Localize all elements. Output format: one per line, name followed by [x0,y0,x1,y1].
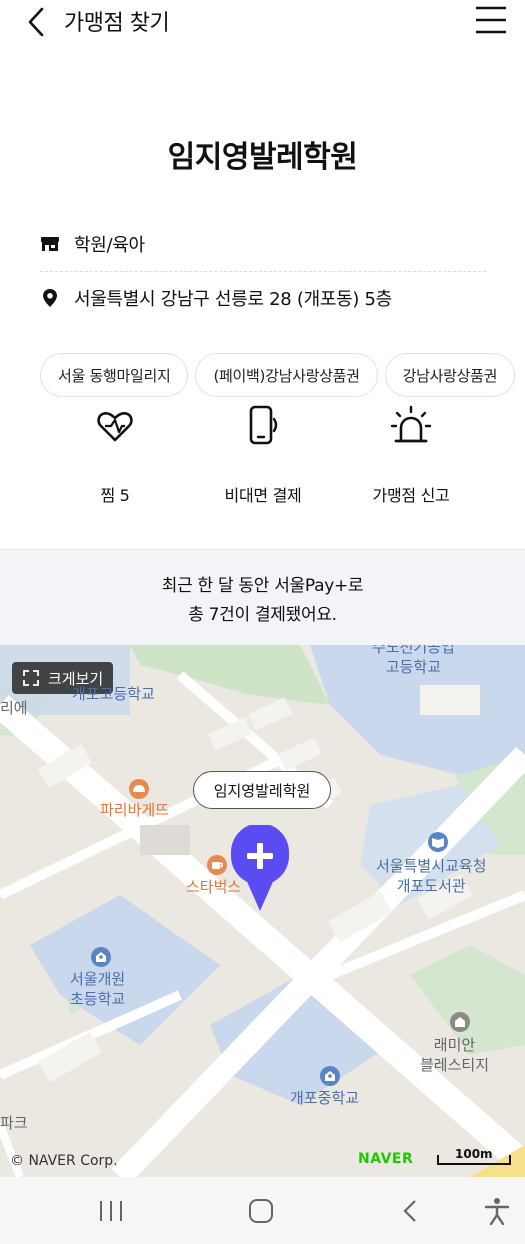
map-label-raemian: 래미안 블레스티지 [420,1036,490,1074]
library-poi-icon [428,832,448,852]
category-text: 학원/육아 [74,235,145,256]
chevron-left-icon [28,7,44,37]
recent-apps-icon[interactable] [98,1199,124,1223]
map-label-gaepo-high: 개포고등학교 [72,685,155,703]
report-store-button[interactable]: 가맹점 신고 [346,402,476,508]
siren-icon [390,405,432,443]
map-label-paris-baguette: 파리바게뜨 [100,801,170,819]
address-text: 서울특별시 강남구 선릉로 28 (개포동) 5층 [74,289,392,310]
expand-icon [23,670,39,686]
divider [40,271,486,272]
like-button[interactable]: 찜 5 [50,402,180,508]
noncontact-payment-label: 비대면 결제 [224,486,302,505]
accessibility-icon[interactable] [484,1197,510,1225]
store-name: 임지영발레학원 [167,140,358,175]
report-store-label: 가맹점 신고 [372,486,450,505]
payment-stats-banner: 최근 한 달 동안 서울Pay+로 총 7건이 결제됐어요. [0,549,525,645]
banner-line-2: 총 7건이 결제됐어요. [188,605,337,625]
naver-logo: NAVER [358,1151,414,1167]
system-back-icon[interactable] [400,1199,422,1223]
store-location-pin-icon[interactable] [229,825,291,913]
map-label-gaepo-library: 서울특별시교육청 개포도서관 [376,857,487,895]
hamburger-menu-icon [476,6,506,34]
cafe-poi-icon [207,855,227,875]
map-label-left-partial: 리에 [0,699,28,717]
address-row: 서울특별시 강남구 선릉로 28 (개포동) 5층 [40,283,392,313]
page-title: 가맹점 찾기 [64,11,170,36]
chip-gangnam-voucher[interactable]: 강남사랑상품권 [384,353,516,397]
back-button[interactable] [22,6,52,38]
map-copyright: © NAVER Corp. [10,1153,118,1169]
location-pin-icon [43,289,57,307]
map-view[interactable]: 크게보기 수도전기공업 고등학교 개포고등학교 리에 파리바게뜨 스타벅스 서울… [0,645,525,1177]
header: 가맹점 찾기 [0,0,525,46]
noncontact-payment-button[interactable]: 비대면 결제 [198,402,328,508]
map-label-gaewon-elementary: 서울개원 초등학교 [70,970,126,1008]
map-label-gaepo-middle: 개포중학교 [290,1089,360,1107]
chip-dongheng-mileage[interactable]: 서울 동행마일리지 [40,353,189,397]
phone-tap-icon [249,405,278,445]
middle-school-poi-icon [320,1066,340,1086]
store-callout[interactable]: 임지영발레학원 [193,771,331,809]
bakery-poi-icon [129,779,149,799]
banner-line-1: 최근 한 달 동안 서울Pay+로 [161,576,364,596]
map-label-park-partial: 파크 [0,1114,28,1132]
school-poi-icon [91,947,111,967]
heart-icon [97,411,133,442]
store-icon [41,237,59,251]
system-nav-bar [0,1177,525,1244]
like-count-label: 찜 5 [100,486,130,505]
menu-button[interactable] [474,5,508,35]
map-scale-bar [437,1155,511,1165]
chip-payback-gangnam[interactable]: (페이백)강남사랑상품권 [195,353,378,397]
category-row: 학원/육아 [40,229,145,259]
payment-chips: 서울 동행마일리지 (페이백)강남사랑상품권 강남사랑상품권 [40,353,522,397]
map-label-high-school-tech: 수도전기공업 고등학교 [372,645,455,676]
home-icon[interactable] [248,1199,274,1223]
apartment-poi-icon [450,1012,470,1032]
